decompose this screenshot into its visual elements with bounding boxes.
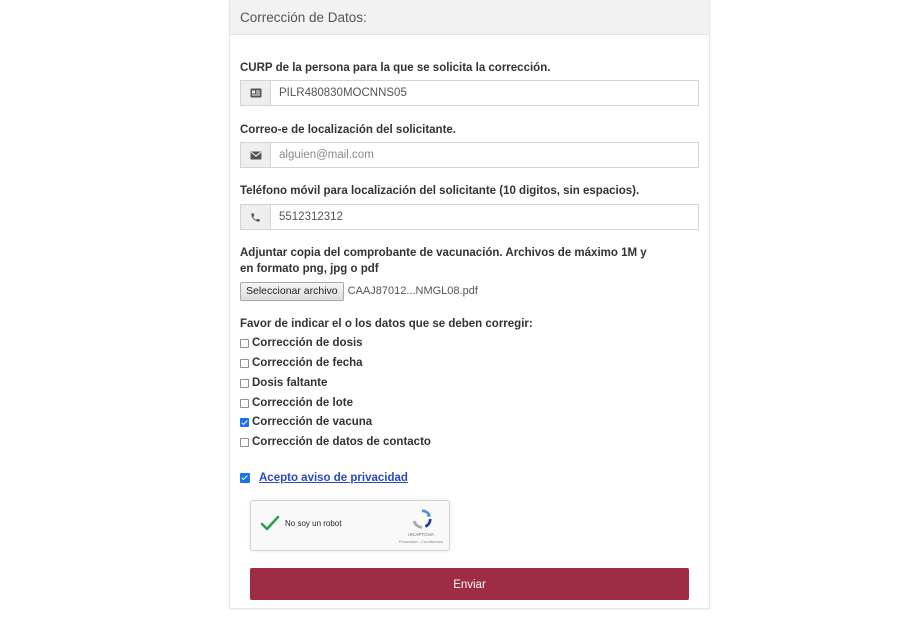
phone-label: Teléfono móvil para localización del sol… [240,185,640,197]
curp-input[interactable] [270,80,699,106]
correction-option-label: Corrección de dosis [252,337,363,349]
correction-option-fecha[interactable]: Corrección de fecha [240,355,363,371]
phone-input-group [240,204,699,230]
corrections-label: Favor de indicar el o los datos que se d… [240,318,533,330]
curp-input-group [240,80,699,106]
dosis-faltante-checkbox[interactable] [240,378,249,388]
email-input-group [240,142,699,168]
correction-fecha-checkbox[interactable] [240,358,249,368]
correction-option-lote[interactable]: Corrección de lote [240,395,353,411]
id-card-icon [240,80,270,106]
select-file-button[interactable]: Seleccionar archivo [240,281,344,301]
checkmark-icon[interactable] [260,514,280,534]
correction-option-label: Corrección de lote [252,397,353,409]
correction-option-vacuna[interactable]: Corrección de vacuna [240,414,372,430]
recaptcha-terms-link[interactable]: Privacidad - Condiciones [381,539,461,544]
attachment-label-line1: Adjuntar copia del comprobante de vacuna… [240,247,647,259]
email-label: Correo-e de localización del solicitante… [240,124,457,136]
correction-option-label: Dosis faltante [252,377,328,389]
correction-option-label: Corrección de vacuna [252,416,373,428]
phone-icon [240,204,270,230]
correction-option-label: Corrección de datos de contacto [252,436,431,448]
correction-option-dosis[interactable]: Corrección de dosis [240,335,363,351]
privacy-notice-link[interactable]: Acepto aviso de privacidad [259,472,408,484]
correction-option-label: Corrección de fecha [252,357,363,369]
selected-file-name: CAAJ87012...NMGL08.pdf [347,285,478,297]
recaptcha-brand: reCAPTCHA [408,532,434,537]
email-input[interactable] [270,142,699,168]
recaptcha-label: No soy un robot [285,519,342,528]
envelope-icon [240,142,270,168]
recaptcha-logo-icon [412,509,432,529]
correction-vacuna-checkbox[interactable] [240,417,249,427]
correction-option-dosis-faltante[interactable]: Dosis faltante [240,375,327,391]
curp-label: CURP de la persona para la que se solici… [240,62,551,74]
privacy-consent: Acepto aviso de privacidad [240,470,408,486]
attachment-label-line2: en formato png, jpg o pdf [240,263,379,275]
correction-contacto-checkbox[interactable] [240,437,249,447]
privacy-checkbox[interactable] [240,473,250,483]
phone-input[interactable] [270,204,699,230]
recaptcha-widget: No soy un robot reCAPTCHA Privacidad - C… [250,500,450,551]
correction-form-panel: Corrección de Datos: CURP de la persona … [229,0,710,609]
form-title: Corrección de Datos: [230,0,709,35]
submit-button[interactable]: Enviar [250,568,689,600]
correction-dosis-checkbox[interactable] [240,338,249,348]
correction-option-contacto[interactable]: Corrección de datos de contacto [240,434,431,450]
correction-lote-checkbox[interactable] [240,398,249,408]
file-picker: Seleccionar archivo CAAJ87012...NMGL08.p… [240,281,478,301]
